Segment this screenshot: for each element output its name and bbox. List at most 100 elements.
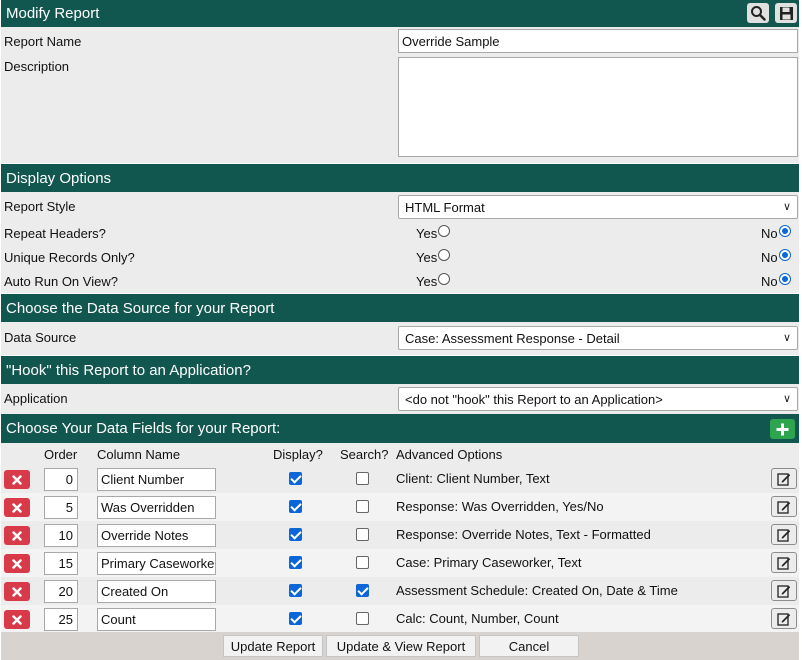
unique-records-yes-radio[interactable] xyxy=(438,248,451,261)
page-title: Modify Report xyxy=(6,5,100,22)
unique-records-no[interactable]: No xyxy=(761,248,791,265)
unique-records-no-radio[interactable] xyxy=(778,248,791,261)
display-checkbox[interactable] xyxy=(289,556,302,569)
repeat-headers-no[interactable]: No xyxy=(761,224,791,241)
report-style-select[interactable]: HTML Format ∨ xyxy=(398,195,798,219)
order-input[interactable]: 10 xyxy=(44,524,78,547)
unique-records-row: Unique Records Only? Yes No xyxy=(1,245,799,269)
advanced-options-text: Calc: Count, Number, Count xyxy=(396,611,559,626)
column-name-input[interactable]: Override Notes xyxy=(97,524,216,547)
data-fields-header: Choose Your Data Fields for your Report: xyxy=(1,414,799,443)
order-input[interactable]: 25 xyxy=(44,608,78,631)
report-name-row: Report Name Override Sample xyxy=(1,27,799,55)
display-checkbox[interactable] xyxy=(289,612,302,625)
description-label: Description xyxy=(4,59,70,74)
chevron-down-icon: ∨ xyxy=(782,201,791,213)
add-icon[interactable] xyxy=(770,419,795,439)
data-source-label: Data Source xyxy=(4,330,77,345)
advanced-options-text: Client: Client Number, Text xyxy=(396,471,550,486)
unique-records-label: Unique Records Only? xyxy=(4,250,135,265)
column-name-input[interactable]: Was Overridden xyxy=(97,496,216,519)
application-row: Application <do not "hook" this Report t… xyxy=(1,384,799,414)
order-input[interactable]: 0 xyxy=(44,468,78,491)
delete-icon[interactable] xyxy=(4,526,30,545)
column-name-input[interactable]: Created On xyxy=(97,580,216,603)
no-label: No xyxy=(761,250,778,265)
search-checkbox[interactable] xyxy=(356,612,369,625)
chevron-down-icon: ∨ xyxy=(782,393,791,405)
search-checkbox[interactable] xyxy=(356,528,369,541)
search-icon[interactable] xyxy=(747,3,769,23)
unique-records-yes[interactable]: Yes xyxy=(416,248,451,265)
auto-run-no-radio[interactable] xyxy=(778,272,791,285)
edit-icon[interactable] xyxy=(771,608,797,629)
table-row: 15 Primary Caseworker Case: Primary Case… xyxy=(1,549,799,577)
no-label: No xyxy=(761,226,778,241)
fields-column-headers: Order Column Name Display? Search? Advan… xyxy=(1,443,799,465)
save-icon[interactable] xyxy=(775,3,797,23)
delete-icon[interactable] xyxy=(4,554,30,573)
cancel-button[interactable]: Cancel xyxy=(479,635,579,657)
delete-icon[interactable] xyxy=(4,610,30,629)
update-view-report-button[interactable]: Update & View Report xyxy=(326,635,476,657)
advanced-options-text: Case: Primary Caseworker, Text xyxy=(396,555,582,570)
display-options-header: Display Options xyxy=(1,164,799,192)
display-options-title: Display Options xyxy=(6,169,112,187)
search-checkbox[interactable] xyxy=(356,556,369,569)
col-display-header: Display? xyxy=(273,447,323,462)
data-source-select[interactable]: Case: Assessment Response - Detail ∨ xyxy=(398,326,798,350)
application-value: <do not "hook" this Report to an Applica… xyxy=(405,391,663,407)
edit-icon[interactable] xyxy=(771,496,797,517)
order-input[interactable]: 20 xyxy=(44,580,78,603)
application-label: Application xyxy=(4,391,68,406)
col-advanced-header: Advanced Options xyxy=(396,447,503,462)
search-checkbox[interactable] xyxy=(356,500,369,513)
data-source-row: Data Source Case: Assessment Response - … xyxy=(1,322,799,355)
col-search-header: Search? xyxy=(340,447,389,462)
delete-icon[interactable] xyxy=(4,470,30,489)
edit-icon[interactable] xyxy=(771,468,797,489)
table-row: 25 Count Calc: Count, Number, Count xyxy=(1,605,799,633)
report-style-row: Report Style HTML Format ∨ xyxy=(1,192,799,221)
description-row: Description xyxy=(1,55,799,163)
edit-icon[interactable] xyxy=(771,524,797,545)
data-source-value: Case: Assessment Response - Detail xyxy=(405,330,620,346)
repeat-headers-no-radio[interactable] xyxy=(778,224,791,237)
auto-run-yes-radio[interactable] xyxy=(438,272,451,285)
hook-title: "Hook" this Report to an Application? xyxy=(6,361,251,379)
auto-run-no[interactable]: No xyxy=(761,272,791,289)
search-checkbox[interactable] xyxy=(356,472,369,485)
column-name-input[interactable]: Client Number xyxy=(97,468,216,491)
repeat-headers-yes[interactable]: Yes xyxy=(416,224,451,241)
application-select[interactable]: <do not "hook" this Report to an Applica… xyxy=(398,387,798,411)
data-fields-title: Choose Your Data Fields for your Report: xyxy=(6,420,281,437)
modify-report-header: Modify Report xyxy=(1,0,799,27)
yes-label: Yes xyxy=(416,274,438,289)
delete-icon[interactable] xyxy=(4,582,30,601)
description-textarea[interactable] xyxy=(398,57,798,157)
edit-icon[interactable] xyxy=(771,552,797,573)
auto-run-yes[interactable]: Yes xyxy=(416,272,451,289)
table-row: 20 Created On Assessment Schedule: Creat… xyxy=(1,577,799,605)
display-checkbox[interactable] xyxy=(289,528,302,541)
update-report-button[interactable]: Update Report xyxy=(223,635,323,657)
report-name-label: Report Name xyxy=(4,34,82,49)
search-checkbox[interactable] xyxy=(356,584,369,597)
edit-icon[interactable] xyxy=(771,580,797,601)
advanced-options-text: Response: Was Overridden, Yes/No xyxy=(396,499,604,514)
display-checkbox[interactable] xyxy=(289,500,302,513)
display-checkbox[interactable] xyxy=(289,472,302,485)
report-style-label: Report Style xyxy=(4,199,76,214)
report-style-value: HTML Format xyxy=(405,199,485,215)
order-input[interactable]: 15 xyxy=(44,552,78,575)
table-row: 5 Was Overridden Response: Was Overridde… xyxy=(1,493,799,521)
display-checkbox[interactable] xyxy=(289,584,302,597)
column-name-input[interactable]: Primary Caseworker xyxy=(97,552,216,575)
auto-run-label: Auto Run On View? xyxy=(4,274,118,289)
order-input[interactable]: 5 xyxy=(44,496,78,519)
column-name-input[interactable]: Count xyxy=(97,608,216,631)
report-name-input[interactable]: Override Sample xyxy=(398,29,798,53)
repeat-headers-yes-radio[interactable] xyxy=(438,224,451,237)
data-source-title: Choose the Data Source for your Report xyxy=(6,299,275,317)
delete-icon[interactable] xyxy=(4,498,30,517)
